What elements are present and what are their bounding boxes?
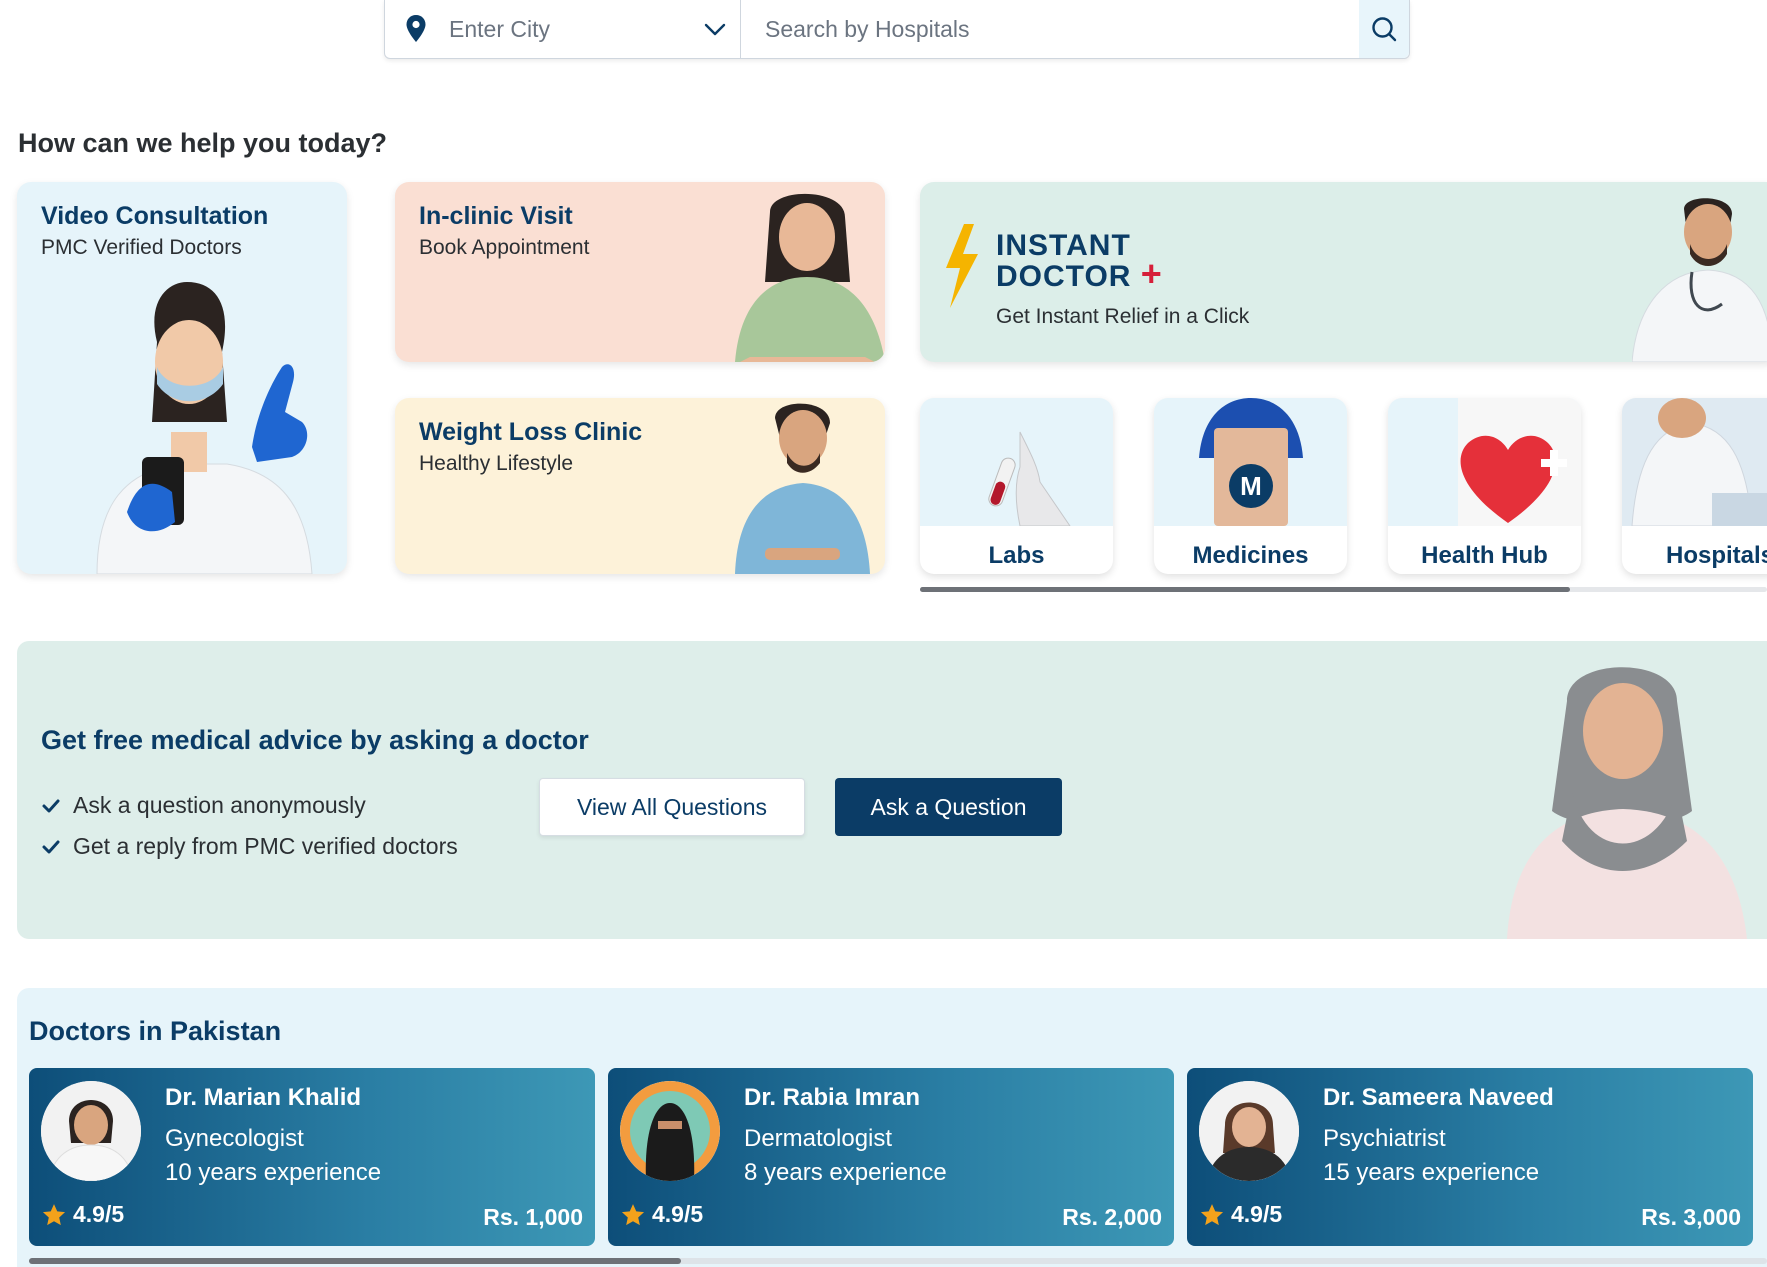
tile-image: [1388, 398, 1581, 526]
banner-title: Get free medical advice by asking a doct…: [41, 725, 589, 755]
card-title: Video Consultation: [41, 202, 269, 230]
tile-label: Hospitals: [1666, 542, 1767, 569]
hospital-icon: [1631, 398, 1767, 526]
doctors-scrollbar[interactable]: [29, 1258, 1767, 1264]
doctor-specialty: Gynecologist: [165, 1125, 304, 1152]
scrollbar-thumb[interactable]: [920, 587, 1570, 592]
labs-tile[interactable]: Labs: [920, 398, 1113, 574]
man-measuring-waist-illustration: [735, 403, 870, 574]
medicine-box-icon: M: [1199, 398, 1303, 526]
tile-image: [1622, 398, 1767, 526]
hijab-doctor-illustration: [1507, 667, 1747, 939]
view-all-questions-button[interactable]: View All Questions: [539, 778, 805, 836]
video-consultation-card[interactable]: Video Consultation PMC Verified Doctors: [17, 182, 347, 574]
doctors-section: Doctors in Pakistan Dr. Marian Khalid Gy…: [17, 988, 1767, 1267]
tile-image: [920, 398, 1113, 526]
avatar: [1199, 1081, 1299, 1181]
doctor-card[interactable]: Dr. Rabia Imran Dermatologist 8 years ex…: [608, 1068, 1174, 1246]
section-title-doctors: Doctors in Pakistan: [29, 1016, 282, 1046]
ask-question-button[interactable]: Ask a Question: [835, 778, 1062, 836]
scrollbar-thumb[interactable]: [29, 1258, 681, 1264]
doctor-name: Dr. Rabia Imran: [744, 1084, 921, 1111]
search-icon: [1372, 17, 1397, 42]
doctor-rating: 4.9/5: [620, 1201, 703, 1228]
doctor-fee: Rs. 2,000: [1062, 1204, 1162, 1230]
city-select[interactable]: Enter City: [385, 0, 741, 58]
doctor-fee: Rs. 1,000: [483, 1204, 583, 1230]
plus-icon: +: [1140, 253, 1163, 294]
card-subtitle: Healthy Lifestyle: [419, 452, 574, 475]
in-clinic-visit-card[interactable]: In-clinic Visit Book Appointment: [395, 182, 885, 362]
star-icon: [42, 1203, 66, 1225]
tile-label: Labs: [988, 542, 1045, 569]
section-title-help: How can we help you today?: [18, 128, 388, 158]
instant-doctor-title: INSTANT DOCTOR +: [996, 229, 1163, 294]
avatar: [620, 1081, 720, 1181]
avatar: [41, 1081, 141, 1181]
services-scrollbar[interactable]: [920, 587, 1767, 592]
heart-icon: [1458, 398, 1581, 526]
star-icon: [1200, 1203, 1224, 1225]
card-title: Weight Loss Clinic: [419, 418, 643, 446]
doctor-photo: [1199, 1081, 1299, 1181]
male-doctor-illustration: [1632, 198, 1767, 362]
lightning-bolt-icon: [946, 224, 978, 308]
test-tube-icon: [988, 431, 1071, 526]
search-button[interactable]: [1359, 0, 1409, 58]
health-hub-tile[interactable]: Health Hub: [1388, 398, 1581, 574]
doctor-experience: 15 years experience: [1323, 1159, 1540, 1186]
doctor-with-phone-illustration: [96, 282, 313, 574]
doctor-specialty: Dermatologist: [744, 1125, 893, 1152]
card-subtitle: PMC Verified Doctors: [41, 236, 242, 259]
tile-image: M: [1154, 398, 1347, 526]
benefit-list: Ask a question anonymously Get a reply f…: [41, 785, 458, 867]
doctor-experience: 8 years experience: [744, 1159, 947, 1186]
doctor-fee: Rs. 3,000: [1641, 1204, 1741, 1230]
svg-text:M: M: [1240, 471, 1262, 501]
hospitals-tile[interactable]: Hospitals: [1622, 398, 1767, 574]
doctor-rating: 4.9/5: [41, 1201, 124, 1228]
doctor-name: Dr. Marian Khalid: [165, 1084, 362, 1111]
tile-label: Health Hub: [1421, 542, 1548, 569]
list-item: Get a reply from PMC verified doctors: [41, 826, 458, 867]
search-bar: Enter City Search by Hospitals: [384, 0, 1410, 59]
chevron-down-icon[interactable]: [702, 16, 728, 42]
location-pin-icon: [406, 15, 426, 42]
instant-doctor-card[interactable]: INSTANT DOCTOR + Get Instant Relief in a…: [920, 182, 1767, 362]
doctor-rating: 4.9/5: [1199, 1201, 1282, 1228]
star-icon: [621, 1203, 645, 1225]
doctor-name: Dr. Sameera Naveed: [1323, 1084, 1554, 1111]
doctor-card[interactable]: Dr. Marian Khalid Gynecologist 10 years …: [29, 1068, 595, 1246]
list-item: Ask a question anonymously: [41, 785, 458, 826]
check-icon: [42, 799, 60, 812]
weight-loss-clinic-card[interactable]: Weight Loss Clinic Healthy Lifestyle: [395, 398, 885, 574]
city-input[interactable]: Enter City: [449, 16, 550, 43]
doctor-card[interactable]: Dr. Sameera Naveed Psychiatrist 15 years…: [1187, 1068, 1753, 1246]
doctor-photo: [41, 1081, 141, 1181]
ask-doctor-banner: Get free medical advice by asking a doct…: [17, 641, 1767, 939]
search-input[interactable]: Search by Hospitals: [741, 0, 1359, 58]
check-icon: [42, 840, 60, 853]
tile-label: Medicines: [1192, 542, 1309, 569]
medicines-tile[interactable]: M Medicines: [1154, 398, 1347, 574]
female-doctor-illustration: [735, 193, 885, 362]
doctor-photo: [620, 1081, 720, 1181]
doctor-specialty: Psychiatrist: [1323, 1125, 1446, 1152]
card-subtitle: Book Appointment: [419, 236, 590, 259]
card-title: In-clinic Visit: [419, 202, 573, 230]
card-subtitle: Get Instant Relief in a Click: [996, 305, 1250, 328]
doctor-experience: 10 years experience: [165, 1159, 382, 1186]
